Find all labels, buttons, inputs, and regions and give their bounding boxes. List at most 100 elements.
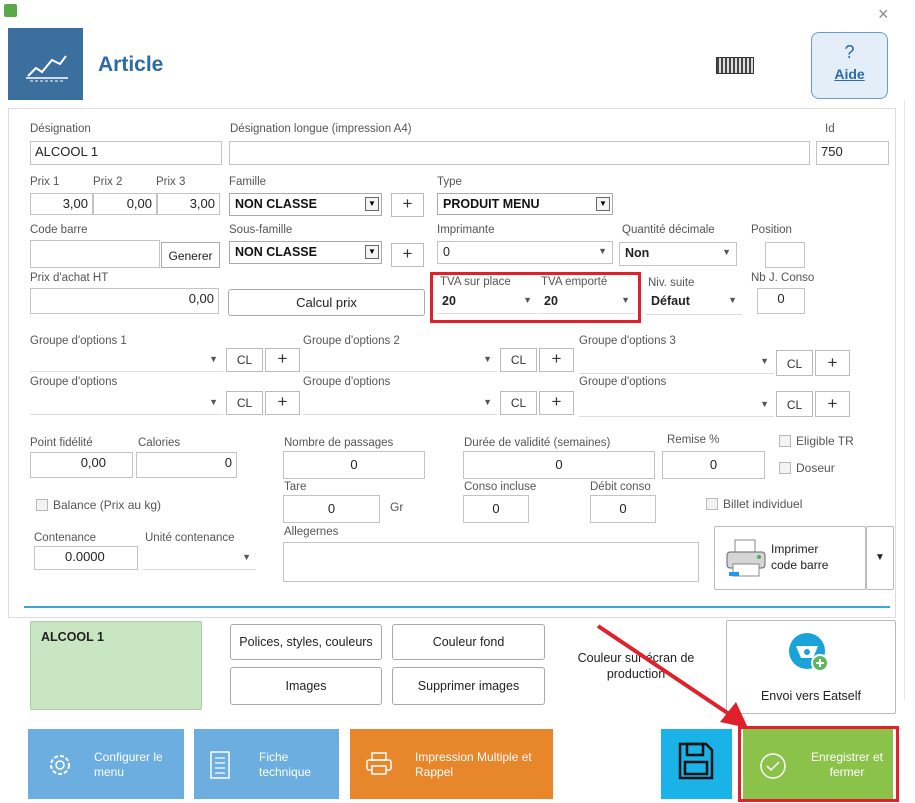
allergenes-input[interactable] bbox=[283, 542, 699, 582]
groupe-1-cl-button[interactable]: CL bbox=[226, 348, 263, 372]
prix3-input[interactable]: 3,00 bbox=[157, 193, 220, 215]
nombre-passages-label: Nombre de passages bbox=[284, 437, 394, 449]
couleur-fond-button[interactable]: Couleur fond bbox=[392, 624, 545, 660]
groupe-5-add-button[interactable]: + bbox=[539, 391, 574, 415]
groupe-2-cl-button[interactable]: CL bbox=[500, 348, 537, 372]
fiche-technique-button[interactable]: Fiche technique bbox=[194, 729, 339, 799]
imprimante-select[interactable]: 0 ▼ bbox=[437, 241, 613, 264]
checkbox-box bbox=[779, 435, 791, 447]
id-input[interactable]: 750 bbox=[816, 141, 889, 165]
balance-checkbox[interactable]: Balance (Prix au kg) bbox=[36, 498, 161, 512]
impression-multiple-label: Impression Multiple et Rappel bbox=[415, 750, 532, 779]
duree-validite-input[interactable]: 0 bbox=[463, 451, 655, 479]
eligible-tr-checkbox[interactable]: Eligible TR bbox=[779, 434, 854, 448]
position-input[interactable] bbox=[765, 242, 805, 268]
help-button[interactable]: ? Aide bbox=[811, 32, 888, 99]
chevron-down-icon: ▼ bbox=[523, 295, 532, 305]
tva-sur-place-label: TVA sur place bbox=[440, 276, 511, 288]
quantite-decimale-value: Non bbox=[625, 246, 650, 260]
famille-value: NON CLASSE bbox=[235, 197, 317, 211]
groupe-options-6-label: Groupe d'options bbox=[579, 376, 667, 388]
prix-achat-input[interactable]: 0,00 bbox=[30, 288, 219, 314]
groupe-3-add-button[interactable]: + bbox=[815, 350, 850, 376]
unite-contenance-select[interactable]: ▼ bbox=[143, 548, 256, 570]
groupe-4-add-button[interactable]: + bbox=[265, 391, 300, 415]
designation-longue-label: Désignation longue (impression A4) bbox=[230, 123, 412, 135]
groupe-3-cl-button[interactable]: CL bbox=[776, 350, 813, 376]
type-label: Type bbox=[437, 176, 462, 188]
groupe-5-cl-button[interactable]: CL bbox=[500, 391, 537, 415]
help-question-icon: ? bbox=[844, 42, 855, 62]
billet-individuel-checkbox[interactable]: Billet individuel bbox=[706, 497, 802, 511]
nb-conso-input[interactable]: 0 bbox=[757, 288, 805, 314]
tva-sur-place-select[interactable]: 20 ▼ bbox=[437, 291, 537, 314]
generer-button[interactable]: Generer bbox=[161, 242, 220, 268]
groupe-options-4-select[interactable]: ▼ bbox=[30, 393, 223, 415]
contenance-label: Contenance bbox=[34, 532, 97, 544]
app-icon bbox=[4, 4, 17, 17]
chevron-down-icon: ▼ bbox=[209, 397, 218, 407]
configurer-menu-button[interactable]: Configurer le menu bbox=[28, 729, 184, 799]
groupe-options-5-select[interactable]: ▼ bbox=[303, 393, 497, 415]
groupe-options-3-select[interactable]: ▼ bbox=[579, 352, 774, 374]
groupe-1-add-button[interactable]: + bbox=[265, 348, 300, 372]
prix3-label: Prix 3 bbox=[156, 176, 186, 188]
remise-input[interactable]: 0 bbox=[662, 451, 765, 479]
calories-input[interactable]: 0 bbox=[136, 452, 237, 478]
conso-incluse-input[interactable]: 0 bbox=[463, 495, 529, 523]
add-famille-button[interactable]: + bbox=[391, 193, 424, 217]
prix-achat-label: Prix d'achat HT bbox=[30, 272, 109, 284]
imprimer-code-barre-label: Imprimer code barre bbox=[771, 542, 829, 572]
sous-famille-label: Sous-famille bbox=[229, 224, 293, 236]
designation-longue-input[interactable] bbox=[229, 141, 810, 165]
code-barre-input[interactable] bbox=[30, 240, 160, 268]
designation-input[interactable]: ALCOOL 1 bbox=[30, 141, 222, 165]
groupe-4-cl-button[interactable]: CL bbox=[226, 391, 263, 415]
type-select[interactable]: PRODUIT MENU ▼ bbox=[437, 193, 613, 215]
quantite-decimale-select[interactable]: Non ▼ bbox=[619, 242, 737, 266]
groupe-options-1-select[interactable]: ▼ bbox=[30, 350, 223, 372]
tva-emporte-select[interactable]: 20 ▼ bbox=[539, 291, 635, 314]
chevron-down-icon: ▼ bbox=[722, 247, 731, 257]
groupe-2-add-button[interactable]: + bbox=[539, 348, 574, 372]
prix2-input[interactable]: 0,00 bbox=[93, 193, 157, 215]
nombre-passages-input[interactable]: 0 bbox=[283, 451, 425, 479]
calcul-prix-button[interactable]: Calcul prix bbox=[228, 289, 425, 316]
famille-select[interactable]: NON CLASSE ▼ bbox=[229, 193, 382, 216]
sous-famille-select[interactable]: NON CLASSE ▼ bbox=[229, 241, 382, 264]
close-icon[interactable]: × bbox=[878, 4, 889, 25]
point-fidelite-input[interactable]: 0,00 bbox=[30, 452, 133, 478]
niv-suite-label: Niv. suite bbox=[648, 277, 695, 289]
doseur-checkbox[interactable]: Doseur bbox=[779, 461, 835, 475]
keyboard-icon[interactable] bbox=[716, 57, 754, 74]
imprimante-value: 0 bbox=[443, 245, 450, 259]
save-highlight-box bbox=[738, 726, 899, 802]
chevron-down-icon: ▼ bbox=[242, 552, 251, 562]
groupe-options-6-select[interactable]: ▼ bbox=[579, 395, 774, 417]
impression-multiple-button[interactable]: Impression Multiple et Rappel bbox=[350, 729, 553, 799]
conso-incluse-label: Conso incluse bbox=[464, 481, 537, 493]
chevron-down-icon: ▼ bbox=[598, 246, 607, 256]
groupe-6-cl-button[interactable]: CL bbox=[776, 391, 813, 417]
checkbox-box bbox=[779, 462, 791, 474]
images-button[interactable]: Images bbox=[230, 667, 382, 705]
chevron-down-icon: ▼ bbox=[596, 197, 610, 211]
polices-button[interactable]: Polices, styles, couleurs bbox=[230, 624, 382, 660]
debit-conso-input[interactable]: 0 bbox=[590, 495, 656, 523]
duree-validite-label: Durée de validité (semaines) bbox=[464, 437, 611, 449]
floppy-disk-icon bbox=[678, 742, 714, 780]
imprimer-dropdown-button[interactable]: ▼ bbox=[866, 526, 894, 590]
tare-input[interactable]: 0 bbox=[283, 495, 380, 523]
eligible-tr-label: Eligible TR bbox=[796, 434, 854, 448]
groupe-options-2-select[interactable]: ▼ bbox=[303, 350, 497, 372]
prix1-label: Prix 1 bbox=[30, 176, 60, 188]
imprimer-code-barre-button[interactable]: Imprimer code barre bbox=[714, 526, 866, 590]
groupe-6-add-button[interactable]: + bbox=[815, 391, 850, 417]
supprimer-images-button[interactable]: Supprimer images bbox=[392, 667, 545, 705]
niv-suite-select[interactable]: Défaut ▼ bbox=[646, 291, 742, 315]
add-sous-famille-button[interactable]: + bbox=[391, 243, 424, 267]
id-label: Id bbox=[825, 123, 835, 135]
chevron-down-icon: ▼ bbox=[483, 397, 492, 407]
contenance-input[interactable]: 0.0000 bbox=[34, 546, 138, 570]
prix1-input[interactable]: 3,00 bbox=[30, 193, 93, 215]
